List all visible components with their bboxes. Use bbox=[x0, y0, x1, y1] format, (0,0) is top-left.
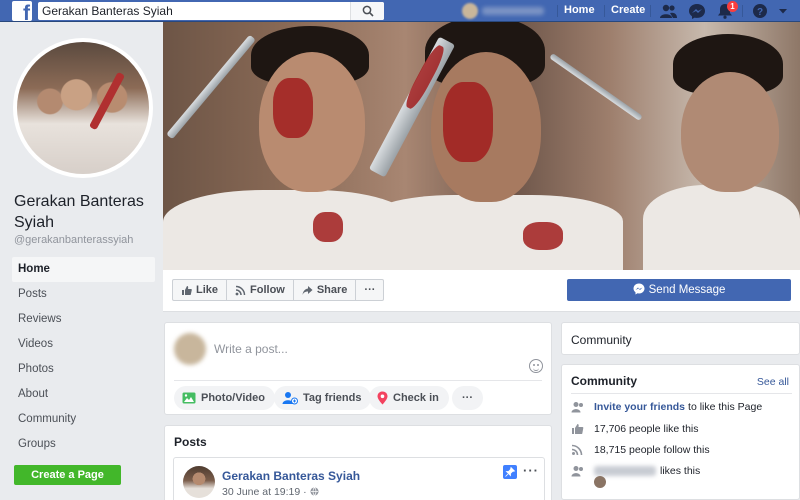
globe-icon bbox=[310, 487, 319, 496]
nav-create-link[interactable]: Create bbox=[611, 4, 645, 16]
follow-button[interactable]: Follow bbox=[226, 279, 294, 301]
invite-friends-row: Invite your friends to like this Page bbox=[571, 400, 762, 414]
check-in-button[interactable]: Check in bbox=[369, 386, 449, 410]
nav-divider bbox=[604, 5, 605, 17]
page-action-buttons: Like Follow Share ··· bbox=[172, 279, 385, 301]
share-label: Share bbox=[316, 284, 348, 296]
likes-count-text[interactable]: 17,706 people like this bbox=[594, 423, 699, 435]
create-page-button[interactable]: Create a Page bbox=[14, 465, 121, 485]
sidebar-item-videos[interactable]: Videos bbox=[12, 332, 155, 357]
help-icon[interactable]: ? bbox=[751, 3, 769, 19]
tag-friends-button[interactable]: Tag friends bbox=[274, 386, 372, 410]
check-in-label: Check in bbox=[393, 392, 439, 404]
post-composer: Write a post... Photo/Video Tag friends … bbox=[164, 322, 552, 415]
people-icon bbox=[571, 466, 583, 477]
likes-count-row: 17,706 people like this bbox=[571, 422, 699, 436]
divider bbox=[174, 380, 542, 381]
location-pin-icon bbox=[377, 391, 388, 405]
cover-photo[interactable] bbox=[163, 22, 800, 270]
photo-video-label: Photo/Video bbox=[201, 392, 265, 404]
sidebar-item-groups[interactable]: Groups bbox=[12, 432, 155, 457]
invite-friends-link[interactable]: Invite your friends bbox=[594, 401, 685, 413]
posts-heading: Posts bbox=[174, 435, 207, 449]
friend-likes-text: likes this bbox=[660, 465, 701, 477]
sidebar-item-posts[interactable]: Posts bbox=[12, 282, 155, 307]
profile-photo bbox=[17, 42, 149, 174]
share-button[interactable]: Share bbox=[292, 279, 357, 301]
posts-section: Posts Gerakan Banteras Syiah 30 June at … bbox=[164, 425, 552, 500]
community-header-title[interactable]: Community bbox=[571, 333, 632, 347]
messenger-icon[interactable] bbox=[688, 3, 706, 19]
thumbs-up-icon bbox=[572, 424, 584, 434]
invite-friends-text: to like this Page bbox=[688, 401, 763, 413]
nav-divider bbox=[650, 5, 651, 17]
profile-shortcut[interactable] bbox=[462, 3, 552, 19]
like-button[interactable]: Like bbox=[172, 279, 228, 301]
tag-friends-icon bbox=[282, 392, 298, 405]
page-title[interactable]: Gerakan Banteras Syiah bbox=[14, 191, 159, 233]
post-author-link[interactable]: Gerakan Banteras Syiah bbox=[222, 469, 360, 483]
search-button[interactable] bbox=[350, 2, 384, 20]
svg-text:?: ? bbox=[757, 7, 763, 18]
post-date-text: 30 June at 19:19 · bbox=[222, 486, 307, 498]
share-arrow-icon bbox=[302, 285, 313, 295]
send-message-button[interactable]: Send Message bbox=[567, 279, 791, 301]
rss-icon bbox=[235, 285, 246, 295]
caret-down-icon[interactable] bbox=[777, 3, 789, 19]
post-timestamp[interactable]: 30 June at 19:19 · bbox=[222, 486, 319, 498]
page-action-bar: Like Follow Share ··· Send Message bbox=[163, 270, 800, 312]
like-label: Like bbox=[196, 284, 219, 296]
follows-count-row: 18,715 people follow this bbox=[571, 443, 710, 457]
nav-home-link[interactable]: Home bbox=[564, 4, 595, 16]
photo-video-button[interactable]: Photo/Video bbox=[174, 386, 275, 410]
notification-badge: 1 bbox=[727, 1, 738, 12]
friends-icon[interactable] bbox=[659, 3, 677, 19]
page-profile-picture[interactable] bbox=[13, 38, 153, 178]
post-item: Gerakan Banteras Syiah 30 June at 19:19 … bbox=[173, 457, 545, 500]
page-username[interactable]: @gerakanbanterassyiah bbox=[14, 234, 133, 246]
search-box bbox=[38, 2, 384, 20]
friend-likes-row: likes this bbox=[571, 464, 700, 478]
community-header-card: Community bbox=[561, 322, 800, 355]
sidebar-item-reviews[interactable]: Reviews bbox=[12, 307, 155, 332]
follows-count-text[interactable]: 18,715 people follow this bbox=[594, 444, 710, 456]
search-input[interactable] bbox=[42, 3, 342, 19]
tag-friends-label: Tag friends bbox=[303, 392, 362, 404]
pin-icon bbox=[505, 466, 516, 477]
follow-label: Follow bbox=[250, 284, 285, 296]
sidebar-item-about[interactable]: About bbox=[12, 382, 155, 407]
blurred-friend-name bbox=[594, 466, 656, 476]
nav-divider bbox=[742, 5, 743, 17]
search-icon bbox=[362, 5, 374, 17]
community-card: Community See all Invite your friends to… bbox=[561, 364, 800, 500]
photo-icon bbox=[182, 392, 196, 404]
emoji-icon[interactable] bbox=[529, 359, 543, 373]
messenger-icon bbox=[633, 283, 645, 295]
avatar bbox=[174, 333, 206, 365]
sidebar-item-community[interactable]: Community bbox=[12, 407, 155, 432]
rss-icon bbox=[571, 444, 583, 456]
more-actions-button[interactable]: ··· bbox=[355, 279, 385, 301]
sidebar-item-home[interactable]: Home bbox=[12, 257, 155, 282]
sidebar-item-photos[interactable]: Photos bbox=[12, 357, 155, 382]
pinned-post-icon bbox=[503, 465, 517, 479]
facebook-logo-icon[interactable]: f bbox=[12, 1, 32, 24]
see-all-link[interactable]: See all bbox=[757, 376, 789, 388]
send-message-label: Send Message bbox=[648, 284, 726, 296]
people-icon bbox=[571, 402, 583, 413]
post-options-button[interactable]: ··· bbox=[523, 463, 539, 478]
nav-divider bbox=[557, 5, 558, 17]
divider bbox=[571, 393, 792, 394]
avatar[interactable] bbox=[183, 466, 215, 498]
avatar[interactable] bbox=[594, 476, 606, 488]
left-column: Gerakan Banteras Syiah @gerakanbanterass… bbox=[0, 22, 163, 500]
write-post-input[interactable]: Write a post... bbox=[214, 342, 288, 356]
more-options-button[interactable]: ··· bbox=[452, 386, 483, 410]
page-sidebar-nav: Home Posts Reviews Videos Photos About C… bbox=[12, 257, 155, 457]
thumbs-up-icon bbox=[182, 285, 192, 295]
avatar bbox=[462, 3, 478, 19]
community-title: Community bbox=[571, 374, 637, 388]
top-navigation-bar: f Home Create 1 ? bbox=[0, 0, 800, 24]
blurred-username bbox=[482, 7, 544, 15]
